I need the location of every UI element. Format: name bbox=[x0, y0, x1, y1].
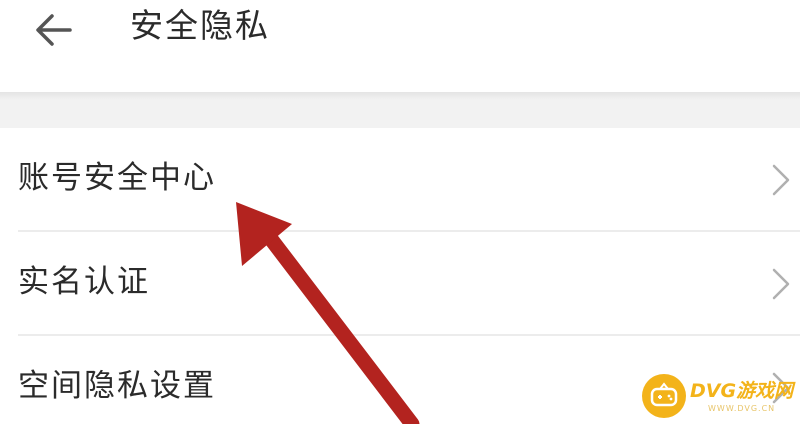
list-item-label: 实名认证 bbox=[18, 264, 150, 300]
app-header: 安全隐私 bbox=[0, 0, 800, 92]
chevron-right-icon bbox=[772, 164, 790, 196]
page-title: 安全隐私 bbox=[130, 6, 270, 45]
watermark-text: DVG游戏网 bbox=[690, 380, 794, 402]
gamepad-icon bbox=[650, 382, 678, 407]
list-item-label: 空间隐私设置 bbox=[18, 368, 216, 404]
watermark-subtext: WWW.DVG.CN bbox=[708, 404, 776, 413]
header-divider bbox=[0, 92, 800, 100]
watermark-badge bbox=[642, 374, 686, 418]
back-arrow-icon bbox=[36, 14, 72, 46]
list-item-label: 账号安全中心 bbox=[18, 160, 216, 196]
watermark-logo: DVG游戏网 WWW.DVG.CN bbox=[642, 374, 794, 420]
back-button[interactable] bbox=[30, 8, 86, 52]
screen: 安全隐私 账号安全中心 实名认证 空间隐私设置 DVG游戏网 WWW.DVG.C… bbox=[0, 0, 800, 424]
list-item-real-name-verification[interactable]: 实名认证 bbox=[0, 232, 800, 334]
list-item-account-security[interactable]: 账号安全中心 bbox=[0, 128, 800, 230]
chevron-right-icon bbox=[772, 268, 790, 300]
